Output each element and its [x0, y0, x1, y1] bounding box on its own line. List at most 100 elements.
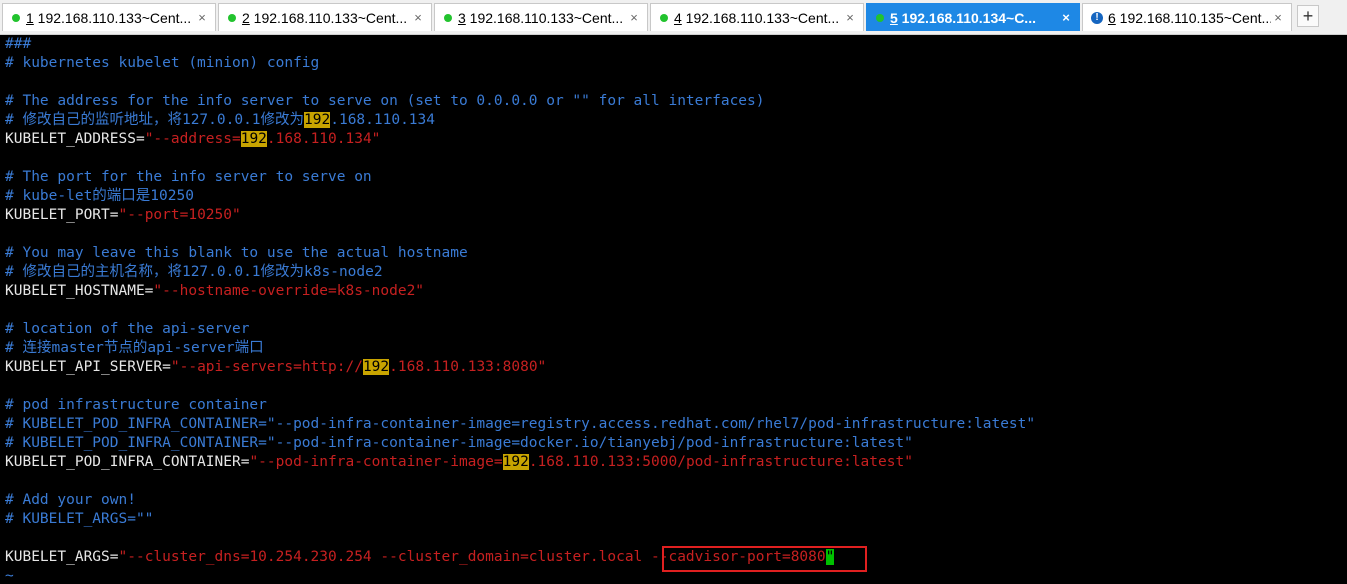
text-cursor: "	[825, 549, 835, 565]
tab-number: 6	[1108, 9, 1116, 26]
terminal-line: KUBELET_API_SERVER="--api-servers=http:/…	[5, 358, 1347, 377]
comment-text: ###	[5, 36, 32, 52]
tab-number: 1	[26, 9, 34, 26]
comment-text: # Add your own!	[5, 492, 136, 508]
terminal-line: # The address for the info server to ser…	[5, 92, 1347, 111]
comment-text: # The port for the info server to serve …	[5, 169, 372, 185]
terminal-line: # 连接master节点的api-server端口	[5, 339, 1347, 358]
string-text: .168.110.133:8080"	[389, 359, 547, 375]
terminal-line: # location of the api-server	[5, 320, 1347, 339]
terminal-output[interactable]: ### # kubernetes kubelet (minion) config …	[0, 35, 1347, 584]
terminal-line: ~	[5, 567, 1347, 584]
terminal-line: ###	[5, 35, 1347, 54]
comment-text: # pod infrastructure container	[5, 397, 267, 413]
tab-title: 192.168.110.133~Cent...	[33, 9, 192, 26]
search-match-highlight: 192	[362, 359, 390, 375]
variable-name: KUBELET_API_SERVER=	[5, 359, 171, 375]
tab-2[interactable]: 2 192.168.110.133~Cent... ×	[218, 3, 432, 31]
terminal-line: KUBELET_ADDRESS="--address=192.168.110.1…	[5, 130, 1347, 149]
tab-number: 3	[458, 9, 466, 26]
comment-text: # You may leave this blank to use the ac…	[5, 245, 468, 261]
tab-4[interactable]: 4 192.168.110.133~Cent... ×	[650, 3, 864, 31]
terminal-line: KUBELET_POD_INFRA_CONTAINER="--pod-infra…	[5, 453, 1347, 472]
tab-title: 192.168.110.135~Cent...	[1115, 9, 1271, 26]
status-dot-icon	[444, 13, 452, 22]
string-text: "--address=	[144, 131, 241, 147]
tab-number: 4	[674, 9, 682, 26]
tab-label: 3 192.168.110.133~Cent...	[458, 10, 627, 26]
info-circle-icon: !	[1091, 11, 1103, 24]
variable-name: KUBELET_PORT=	[5, 207, 119, 223]
status-dot-icon	[12, 13, 20, 22]
close-icon[interactable]: ×	[627, 10, 641, 25]
comment-text: # KUBELET_POD_INFRA_CONTAINER="--pod-inf…	[5, 416, 1036, 432]
tab-6[interactable]: ! 6 192.168.110.135~Cent... ×	[1082, 3, 1292, 31]
comment-text: # KUBELET_ARGS=""	[5, 511, 154, 527]
comment-text: # The address for the info server to ser…	[5, 93, 765, 109]
terminal-line: KUBELET_ARGS="--cluster_dns=10.254.230.2…	[5, 548, 1347, 567]
new-tab-button[interactable]: +	[1297, 5, 1319, 27]
comment-text: # 修改自己的监听地址，将127.0.0.1修改为	[5, 112, 305, 128]
search-match-highlight: 192	[240, 131, 267, 147]
terminal-line: # The port for the info server to serve …	[5, 168, 1347, 187]
close-icon[interactable]: ×	[1059, 10, 1073, 25]
status-dot-icon	[660, 13, 668, 22]
close-icon[interactable]: ×	[411, 10, 425, 25]
string-text: "--cluster_dns=10.254.230.254 --cluster_…	[118, 549, 826, 565]
tab-title: 192.168.110.133~Cent...	[465, 9, 624, 26]
terminal-line: # 修改自己的主机名称，将127.0.0.1修改为k8s-node2	[5, 263, 1347, 282]
terminal-line: # KUBELET_POD_INFRA_CONTAINER="--pod-inf…	[5, 415, 1347, 434]
tab-1[interactable]: 1 192.168.110.133~Cent... ×	[2, 3, 216, 31]
variable-name: KUBELET_POD_INFRA_CONTAINER=	[5, 454, 250, 470]
session-tab-bar: 1 192.168.110.133~Cent... × 2 192.168.110.…	[0, 0, 1347, 35]
close-icon[interactable]: ×	[1271, 10, 1285, 25]
variable-name: KUBELET_HOSTNAME=	[5, 283, 154, 299]
terminal-line: # pod infrastructure container	[5, 396, 1347, 415]
tab-title: 192.168.110.133~Cent...	[249, 9, 408, 26]
search-match-highlight: 192	[304, 112, 331, 128]
terminal-line: # 修改自己的监听地址，将127.0.0.1修改为192.168.110.134	[5, 111, 1347, 130]
tab-label: 1 192.168.110.133~Cent...	[26, 10, 195, 26]
variable-name: KUBELET_ADDRESS=	[5, 131, 145, 147]
close-icon[interactable]: ×	[195, 10, 209, 25]
tab-label: 4 192.168.110.133~Cent...	[674, 10, 843, 26]
terminal-line: # KUBELET_ARGS=""	[5, 510, 1347, 529]
status-dot-icon	[876, 13, 884, 22]
terminal-line: # kubernetes kubelet (minion) config	[5, 54, 1347, 73]
string-text: "--port=10250"	[118, 207, 241, 223]
comment-text: # 修改自己的主机名称，将127.0.0.1修改为k8s-node2	[5, 264, 383, 280]
terminal-line: # Add your own!	[5, 491, 1347, 510]
search-match-highlight: 192	[502, 454, 529, 470]
tab-label: 5 192.168.110.134~C...	[890, 10, 1059, 26]
tab-label: 6 192.168.110.135~Cent...	[1108, 10, 1271, 26]
tab-label: 2 192.168.110.133~Cent...	[242, 10, 411, 26]
terminal-line: # KUBELET_POD_INFRA_CONTAINER="--pod-inf…	[5, 434, 1347, 453]
terminal-line: KUBELET_HOSTNAME="--hostname-override=k8…	[5, 282, 1347, 301]
string-text: "--pod-infra-container-image=	[249, 454, 503, 470]
empty-line-marker: ~	[5, 568, 14, 584]
variable-name: KUBELET_ARGS=	[5, 549, 119, 565]
string-text: .168.110.134"	[266, 131, 381, 147]
tab-number: 2	[242, 9, 250, 26]
terminal-line: # You may leave this blank to use the ac…	[5, 244, 1347, 263]
comment-text: # KUBELET_POD_INFRA_CONTAINER="--pod-inf…	[5, 435, 913, 451]
close-icon[interactable]: ×	[843, 10, 857, 25]
comment-text: # 连接master节点的api-server端口	[5, 340, 264, 356]
tab-5[interactable]: 5 192.168.110.134~C... ×	[866, 3, 1080, 31]
comment-text: # kubernetes kubelet (minion) config	[5, 55, 320, 71]
comment-text: # location of the api-server	[5, 321, 250, 337]
comment-text: .168.110.134	[330, 112, 435, 128]
tab-3[interactable]: 3 192.168.110.133~Cent... ×	[434, 3, 648, 31]
tab-title: 192.168.110.133~Cent...	[681, 9, 840, 26]
string-text: .168.110.133:5000/pod-infrastructure:lat…	[528, 454, 913, 470]
comment-text: # kube-let的端口是10250	[5, 188, 194, 204]
string-text: "--hostname-override=k8s-node2"	[153, 283, 425, 299]
string-text: "--api-servers=http://	[170, 359, 363, 375]
